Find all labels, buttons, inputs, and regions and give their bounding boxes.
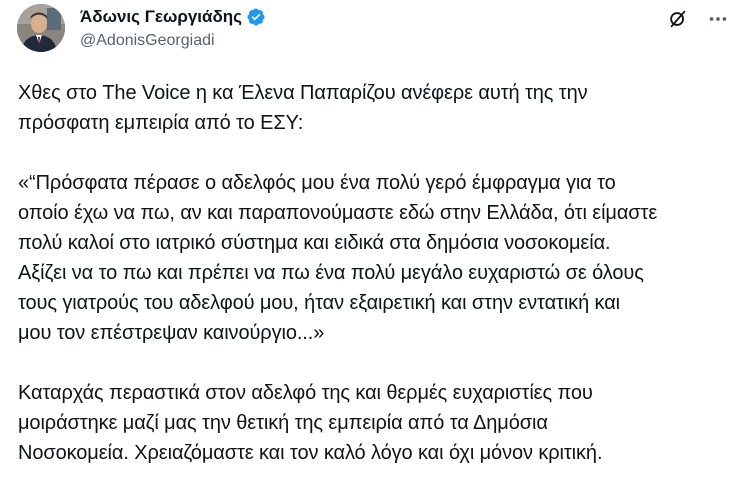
text-line: «“Πρόσφατα πέρασε ο αδελφός μου ένα πολύ… <box>18 172 616 194</box>
tweet-paragraph: Καταρχάς περαστικά στον αδελφό της και θ… <box>18 378 730 468</box>
tweet-card: Άδωνις Γεωργιάδης @AdonisGeorgiadi Χθες … <box>0 0 747 479</box>
text-line: πρόσφατη εμπειρία από το ΕΣΥ: <box>18 112 304 134</box>
author-handle[interactable]: @AdonisGeorgiadi <box>80 31 215 51</box>
tweet-text: Χθες στο The Voice η κα Έλενα Παπαρίζου … <box>18 78 730 498</box>
text-line: Καταρχάς περαστικά στον αδελφό της και θ… <box>18 382 593 404</box>
author-display-name[interactable]: Άδωνις Γεωργιάδης <box>80 6 242 28</box>
tweet-top-actions <box>667 8 729 30</box>
text-line: τους γιατρούς του αδελφού μου, ήταν εξαι… <box>18 292 621 314</box>
text-line: μου τον επέστρεψαν καινούργιο...» <box>18 322 325 344</box>
avatar[interactable] <box>17 4 65 52</box>
text-line: Νοσοκομεία. Χρειαζόμαστε και τον καλό λό… <box>18 442 603 464</box>
more-dots-icon[interactable] <box>707 8 729 30</box>
text-line: Χθες στο The Voice η κα Έλενα Παπαρίζου … <box>18 82 588 104</box>
text-line: μοιράστηκε μαζί μας την θετική της εμπει… <box>18 412 548 434</box>
grok-slash-icon[interactable] <box>667 8 689 30</box>
tweet-paragraph: Χθες στο The Voice η κα Έλενα Παπαρίζου … <box>18 78 730 138</box>
text-line: οποίο έχω να πω, αν και παραπονούμαστε ε… <box>18 202 658 224</box>
text-line: πολύ καλοί στο ιατρικό σύστημα και ειδικ… <box>18 232 611 254</box>
tweet-paragraph: «“Πρόσφατα πέρασε ο αδελφός μου ένα πολύ… <box>18 168 730 348</box>
verified-badge-icon <box>246 7 266 27</box>
author-name-row: Άδωνις Γεωργιάδης <box>80 6 266 28</box>
text-line: Αξίζει να το πω και πρέπει να πω ένα πολ… <box>18 262 644 284</box>
